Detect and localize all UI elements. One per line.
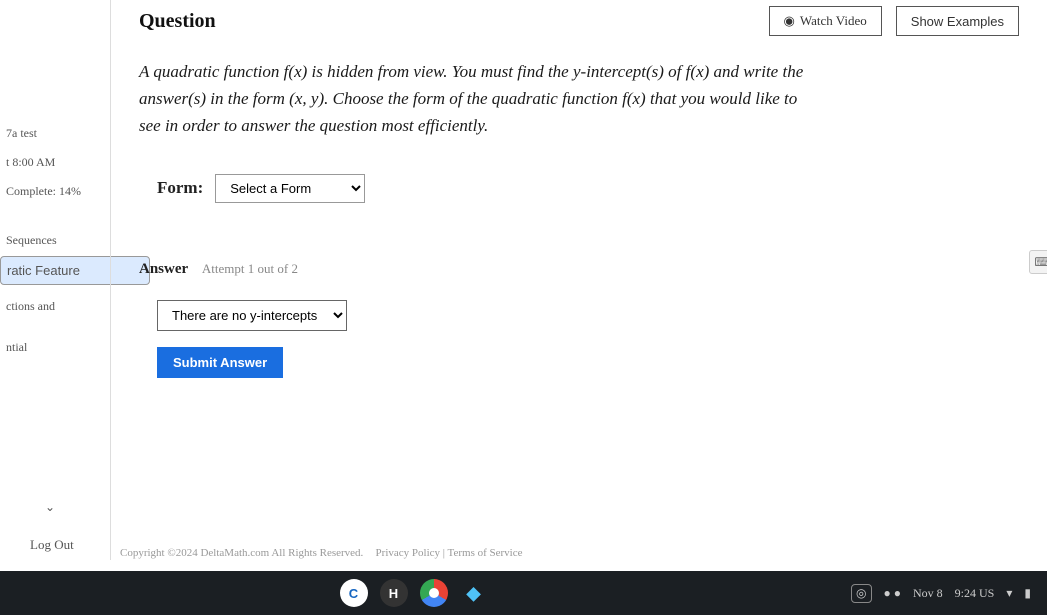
keyboard-icon[interactable]: ⌨: [1029, 250, 1047, 274]
date-label: Nov 8: [913, 586, 943, 601]
form-select[interactable]: Select a Form: [215, 174, 365, 203]
footer-links[interactable]: Privacy Policy | Terms of Service: [376, 547, 523, 559]
logout-link[interactable]: Log Out: [30, 537, 74, 553]
copyright-text: Copyright ©2024 DeltaMath.com All Rights…: [120, 547, 363, 559]
app-icon-drop[interactable]: ◆: [460, 579, 488, 607]
chrome-shelf: C H ◆ ◎ ● ● Nov 8 9:24 US ▾ ▮: [0, 571, 1047, 615]
form-label: Form:: [157, 178, 203, 198]
tray-dots[interactable]: ● ●: [884, 586, 902, 601]
question-prompt: A quadratic function f(x) is hidden from…: [139, 58, 819, 140]
app-icon-c[interactable]: C: [340, 579, 368, 607]
chrome-icon[interactable]: [420, 579, 448, 607]
watch-video-button[interactable]: ◉ Watch Video: [769, 6, 882, 36]
battery-icon[interactable]: ▮: [1024, 586, 1031, 601]
submit-answer-button[interactable]: Submit Answer: [157, 347, 283, 378]
play-icon: ◉: [784, 13, 795, 29]
show-examples-button[interactable]: Show Examples: [896, 6, 1019, 36]
attempt-counter: Attempt 1 out of 2: [202, 261, 298, 276]
sidebar-item[interactable]: ctions and: [0, 293, 110, 320]
sidebar-item[interactable]: Sequences: [0, 227, 110, 254]
time-label: 9:24 US: [955, 586, 995, 601]
tray-icon[interactable]: ◎: [851, 584, 871, 603]
answer-label: Answer: [139, 261, 188, 277]
question-title: Question: [139, 10, 216, 33]
collapse-icon[interactable]: ⌄: [45, 500, 55, 515]
sidebar-item: t 8:00 AM: [0, 149, 110, 176]
sidebar: 7a test t 8:00 AM Complete: 14% Sequence…: [0, 0, 110, 560]
main-panel: Question ◉ Watch Video Show Examples A q…: [110, 0, 1047, 560]
sidebar-item: Complete: 14%: [0, 178, 110, 205]
sidebar-item[interactable]: 7a test: [0, 120, 110, 147]
footer: Copyright ©2024 DeltaMath.com All Rights…: [120, 547, 523, 559]
wifi-icon[interactable]: ▾: [1006, 586, 1012, 601]
watch-video-label: Watch Video: [800, 13, 867, 29]
app-icon-h[interactable]: H: [380, 579, 408, 607]
sidebar-item[interactable]: ntial: [0, 334, 110, 361]
answer-select[interactable]: There are no y-intercepts: [157, 300, 347, 331]
